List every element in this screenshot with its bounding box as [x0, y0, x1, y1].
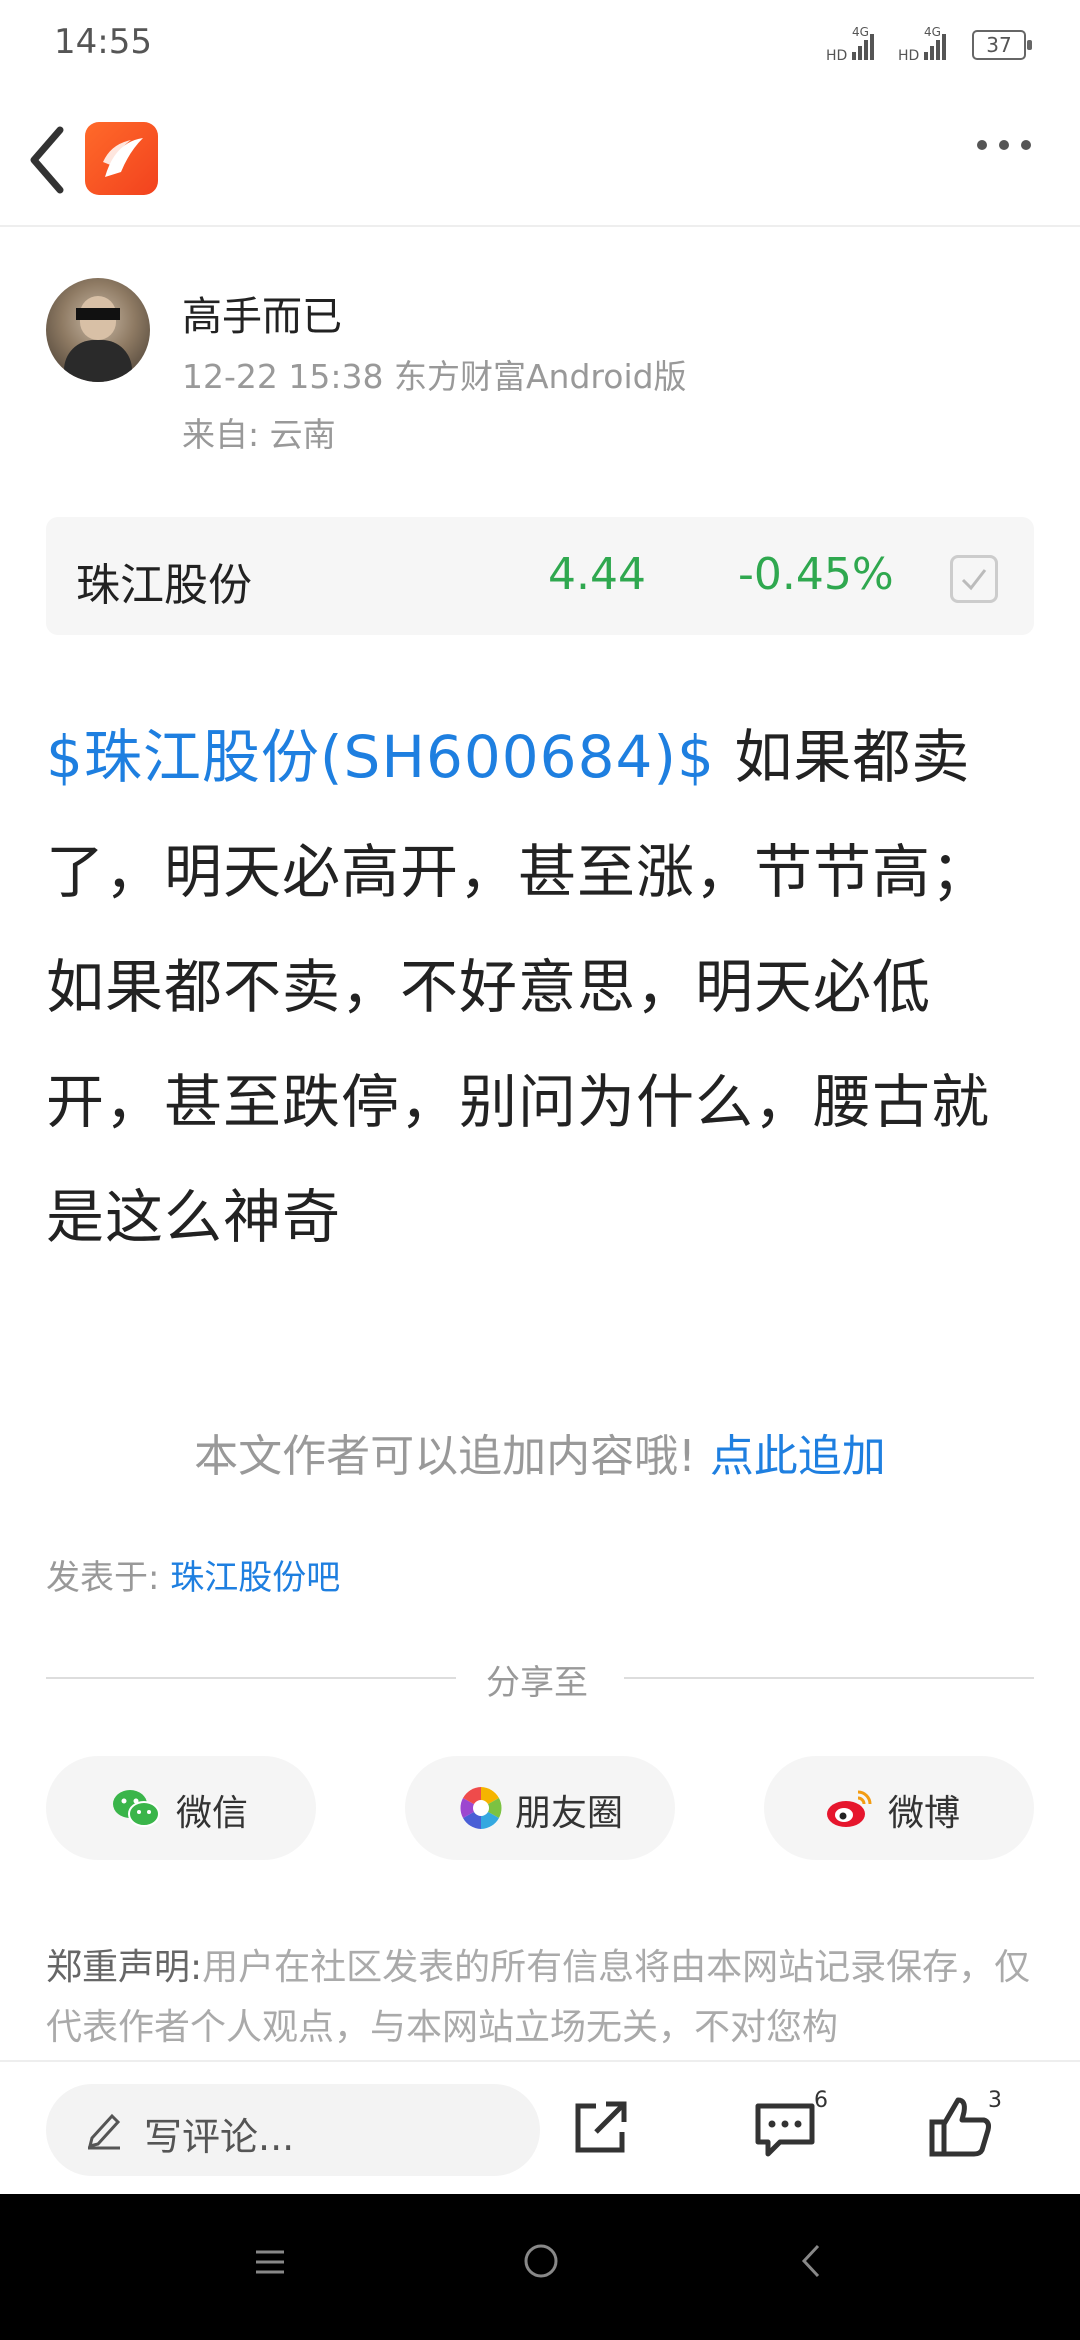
post-body: $珠江股份(SH600684)$ 如果都卖了，明天必高开，甚至涨，节节高；如果都… [46, 700, 1036, 1275]
posted-in: 发表于: 珠江股份吧 [46, 1550, 340, 1599]
divider [46, 1677, 456, 1679]
comments-button[interactable]: 6 [750, 2088, 828, 2162]
add-watchlist-checkbox[interactable] [950, 555, 998, 603]
back-triangle-icon [801, 2244, 820, 2278]
home-circle-icon [524, 2244, 558, 2278]
chevron-left-icon [30, 126, 64, 194]
more-button[interactable] [972, 120, 1042, 170]
posted-in-label: 发表于: [46, 1558, 160, 1598]
stock-change: -0.45% [738, 549, 894, 600]
back-button[interactable] [22, 120, 82, 200]
share-wechat-button[interactable]: 微信 [46, 1756, 316, 1860]
comment-input[interactable]: 写评论... [46, 2084, 540, 2176]
post-text: 如果都卖了，明天必高开，甚至涨，节节高；如果都不卖，不好意思，明天必低开，甚至跌… [46, 723, 991, 1251]
check-icon [961, 569, 987, 591]
system-nav-bar [0, 2194, 1080, 2340]
avatar[interactable] [46, 278, 150, 382]
share-icon [575, 2101, 627, 2153]
eastmoney-logo[interactable] [85, 122, 158, 195]
comment-icon [755, 2103, 815, 2157]
disclaimer-title: 郑重声明: [46, 1947, 203, 1988]
share-title: 分享至 [486, 1663, 588, 1703]
battery-icon: 37 [972, 30, 1032, 60]
stock-tag-link[interactable]: $珠江股份(SH600684)$ [46, 723, 715, 791]
stock-name: 珠江股份 [76, 560, 252, 611]
thumbs-up-icon [929, 2097, 991, 2157]
post-meta: 12-22 15:38 东方财富Android版 [182, 357, 687, 396]
append-link[interactable]: 点此追加 [710, 1431, 886, 1482]
share-weibo-label: 微博 [888, 1793, 961, 1834]
back-nav-button[interactable] [796, 2240, 826, 2291]
share-button[interactable] [566, 2092, 636, 2162]
status-time: 14:55 [54, 22, 152, 62]
post-location: 来自: 云南 [182, 415, 336, 454]
divider [624, 1677, 1034, 1679]
comment-count-badge: 6 [814, 2088, 828, 2113]
signal-icon-2: HD 4G [898, 24, 958, 68]
comment-placeholder: 写评论... [144, 2115, 295, 2159]
like-count-badge: 3 [988, 2088, 1002, 2113]
svg-text:4G: 4G [852, 25, 869, 39]
append-prompt-text: 本文作者可以追加内容哦! [194, 1431, 696, 1482]
svg-text:4G: 4G [924, 25, 941, 39]
stock-price: 4.44 [548, 549, 646, 600]
share-weibo-button[interactable]: 微博 [764, 1756, 1034, 1860]
status-bar: 14:55 HD 4G HD 4G 37 [0, 0, 1080, 90]
share-wechat-label: 微信 [176, 1793, 249, 1834]
moments-icon [460, 1787, 502, 1829]
like-button[interactable]: 3 [926, 2088, 1002, 2162]
author-name[interactable]: 高手而已 [182, 284, 342, 342]
svg-text:HD: HD [898, 48, 919, 64]
more-dots-icon [977, 140, 1031, 150]
svg-text:HD: HD [826, 48, 847, 64]
append-prompt: 本文作者可以追加内容哦! 点此追加 [0, 1420, 1080, 1484]
signal-icon-1: HD 4G [826, 24, 886, 68]
wechat-icon [113, 1790, 160, 1827]
action-bar: 写评论... 6 3 [0, 2060, 1080, 2196]
home-nav-button[interactable] [522, 2240, 560, 2291]
pencil-icon [84, 2106, 124, 2160]
forum-link[interactable]: 珠江股份吧 [170, 1558, 340, 1598]
menu-icon [256, 2250, 284, 2274]
share-moments-label: 朋友圈 [515, 1793, 624, 1834]
share-moments-button[interactable]: 朋友圈 [405, 1756, 675, 1860]
weibo-icon [827, 1790, 872, 1827]
top-header [0, 100, 1080, 227]
disclaimer: 郑重声明:用户在社区发表的所有信息将由本网站记录保存，仅代表作者个人观点，与本网… [46, 1938, 1036, 2058]
menu-nav-button[interactable] [252, 2240, 288, 2291]
stock-card[interactable]: 珠江股份 4.44 -0.45% [46, 517, 1034, 635]
